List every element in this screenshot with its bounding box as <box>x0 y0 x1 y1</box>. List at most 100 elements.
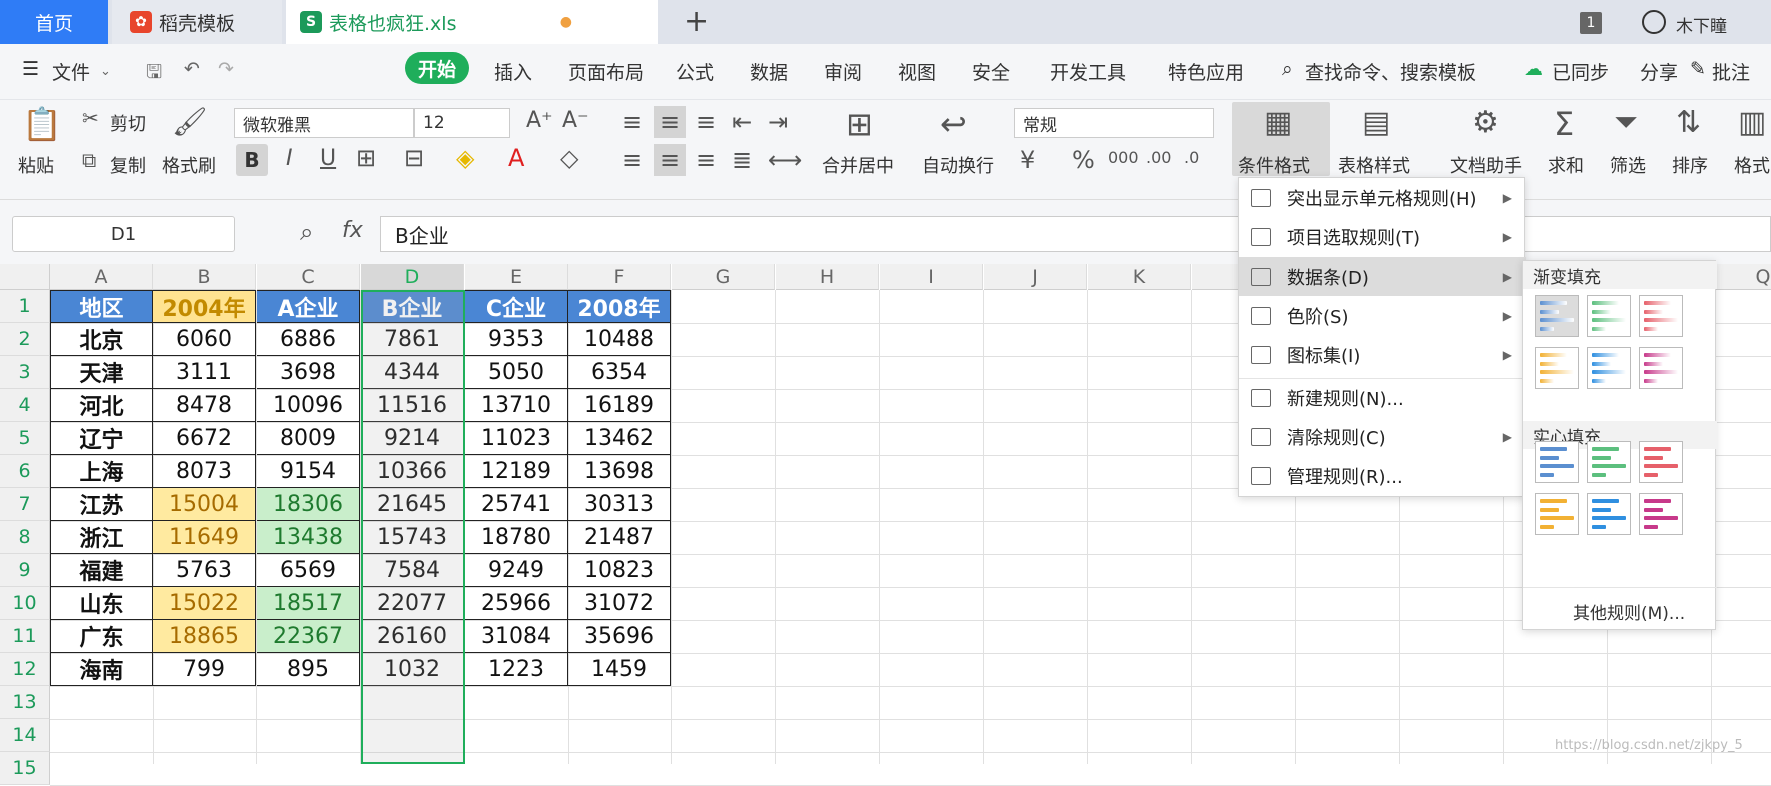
menu-highlight-rules[interactable]: 突出显示单元格规则(H) ▶ <box>1239 178 1526 217</box>
cell-A1[interactable]: 地区 <box>50 290 153 323</box>
cell-C11[interactable]: 22367 <box>257 620 360 653</box>
cell-B3[interactable]: 3111 <box>153 356 256 389</box>
menu-top-rules[interactable]: 项目选取规则(T) ▶ <box>1239 217 1526 256</box>
search-icon[interactable]: ⌕ <box>1282 58 1293 80</box>
indent-increase-icon[interactable]: ⇥ <box>768 110 788 134</box>
row-header-12[interactable]: 12 <box>0 653 50 686</box>
cell-F11[interactable]: 35696 <box>568 620 671 653</box>
column-header-c[interactable]: C <box>257 264 360 290</box>
underline-button[interactable]: U <box>320 148 336 170</box>
row-header-2[interactable]: 2 <box>0 323 50 356</box>
column-header-j[interactable]: J <box>984 264 1087 290</box>
row-header-5[interactable]: 5 <box>0 422 50 455</box>
user-name[interactable]: 木下瞳 <box>1676 12 1727 37</box>
solid-databar-option[interactable] <box>1587 493 1631 535</box>
cell-F7[interactable]: 30313 <box>568 488 671 521</box>
cell-B11[interactable]: 18865 <box>153 620 256 653</box>
paste-icon[interactable]: 📋 <box>22 108 62 140</box>
comment-icon[interactable]: ✎ <box>1690 58 1706 80</box>
copy-button[interactable]: 复制 <box>110 152 146 178</box>
redo-icon[interactable]: ↷ <box>218 58 234 80</box>
sort-icon[interactable]: ⇅ <box>1676 108 1701 138</box>
cell-A2[interactable]: 北京 <box>50 323 153 356</box>
format-icon[interactable]: ▥ <box>1738 108 1766 138</box>
format-brush-icon[interactable]: 🖌 <box>172 108 208 136</box>
wrap-text-icon[interactable]: ↩ <box>940 108 967 140</box>
cell-B10[interactable]: 15022 <box>153 587 256 620</box>
eraser-icon[interactable]: ◇ <box>560 146 578 170</box>
cell-E10[interactable]: 25966 <box>465 587 568 620</box>
cell-A9[interactable]: 福建 <box>50 554 153 587</box>
row-header-10[interactable]: 10 <box>0 587 50 620</box>
column-header-g[interactable]: G <box>672 264 775 290</box>
gradient-databar-option[interactable] <box>1535 347 1579 389</box>
cell-E12[interactable]: 1223 <box>465 653 568 686</box>
tab-home[interactable]: 首页 <box>0 0 108 44</box>
gradient-databar-option[interactable] <box>1587 347 1631 389</box>
menu-view[interactable]: 视图 <box>898 58 936 85</box>
column-header-h[interactable]: H <box>776 264 879 290</box>
fx-button[interactable]: fx <box>342 218 363 243</box>
align-left-icon[interactable]: ≡ <box>622 148 642 172</box>
cell-E1[interactable]: C企业 <box>465 290 568 323</box>
row-header-4[interactable]: 4 <box>0 389 50 422</box>
cell-B1[interactable]: 2004年 <box>153 290 256 323</box>
cell-B7[interactable]: 15004 <box>153 488 256 521</box>
cell-A5[interactable]: 辽宁 <box>50 422 153 455</box>
menu-manage-rules[interactable]: 管理规则(R)... <box>1239 456 1526 495</box>
cell-C4[interactable]: 10096 <box>257 389 360 422</box>
menu-insert[interactable]: 插入 <box>494 58 532 85</box>
column-header-e[interactable]: E <box>465 264 568 290</box>
row-header-11[interactable]: 11 <box>0 620 50 653</box>
wrap-text-button[interactable]: 自动换行 <box>922 152 994 178</box>
format-brush-button[interactable]: 格式刷 <box>162 152 216 178</box>
cell-E6[interactable]: 12189 <box>465 455 568 488</box>
new-tab-button[interactable]: + <box>684 4 709 39</box>
currency-icon[interactable]: ¥ <box>1020 148 1035 172</box>
column-header-q[interactable]: Q <box>1712 264 1771 290</box>
column-header-a[interactable]: A <box>50 264 153 290</box>
font-size-select[interactable]: 12 <box>414 108 510 138</box>
sync-status[interactable]: 已同步 <box>1552 58 1609 85</box>
row-header-7[interactable]: 7 <box>0 488 50 521</box>
solid-databar-option[interactable] <box>1587 441 1631 483</box>
table-style-button[interactable]: 表格样式 <box>1338 152 1410 178</box>
cell-A11[interactable]: 广东 <box>50 620 153 653</box>
cell-B9[interactable]: 5763 <box>153 554 256 587</box>
doc-helper-icon[interactable]: ⚙ <box>1472 108 1499 138</box>
copy-icon[interactable]: ⧉ <box>82 150 96 170</box>
row-header-6[interactable]: 6 <box>0 455 50 488</box>
cell-B2[interactable]: 6060 <box>153 323 256 356</box>
gradient-databar-option[interactable] <box>1639 295 1683 337</box>
filter-button[interactable]: 筛选 <box>1610 152 1646 178</box>
cell-C10[interactable]: 18517 <box>257 587 360 620</box>
hamburger-icon[interactable]: ☰ <box>22 58 39 80</box>
distributed-icon[interactable]: ⟷ <box>768 148 802 172</box>
column-header-k[interactable]: K <box>1088 264 1191 290</box>
border-icon[interactable]: ⊞ <box>356 146 376 170</box>
row-header-9[interactable]: 9 <box>0 554 50 587</box>
row-header-1[interactable]: 1 <box>0 290 50 323</box>
undo-icon[interactable]: ↶ <box>184 58 200 80</box>
gradient-databar-option[interactable] <box>1639 347 1683 389</box>
menu-color-scales[interactable]: 色阶(S) ▶ <box>1239 296 1526 335</box>
window-count-badge[interactable]: 1 <box>1580 12 1602 34</box>
cell-B4[interactable]: 8478 <box>153 389 256 422</box>
cell-style-icon[interactable]: ⊟ <box>404 146 424 170</box>
solid-databar-option[interactable] <box>1535 441 1579 483</box>
doc-helper-button[interactable]: 文档助手 <box>1450 152 1522 178</box>
number-format-select[interactable]: 常规 <box>1014 108 1214 138</box>
tab-daoke[interactable]: ✿ 稻壳模板 <box>112 0 282 44</box>
column-header-b[interactable]: B <box>153 264 256 290</box>
formula-input[interactable]: B企业 <box>380 216 1771 252</box>
cell-E7[interactable]: 25741 <box>465 488 568 521</box>
menu-start[interactable]: 开始 <box>405 52 469 84</box>
cell-C5[interactable]: 8009 <box>257 422 360 455</box>
sum-button[interactable]: 求和 <box>1548 152 1584 178</box>
decrease-font-icon[interactable]: A⁻ <box>562 110 589 132</box>
cell-A3[interactable]: 天津 <box>50 356 153 389</box>
cell-E2[interactable]: 9353 <box>465 323 568 356</box>
gradient-databar-option[interactable] <box>1535 295 1579 337</box>
cell-F12[interactable]: 1459 <box>568 653 671 686</box>
cell-B8[interactable]: 11649 <box>153 521 256 554</box>
